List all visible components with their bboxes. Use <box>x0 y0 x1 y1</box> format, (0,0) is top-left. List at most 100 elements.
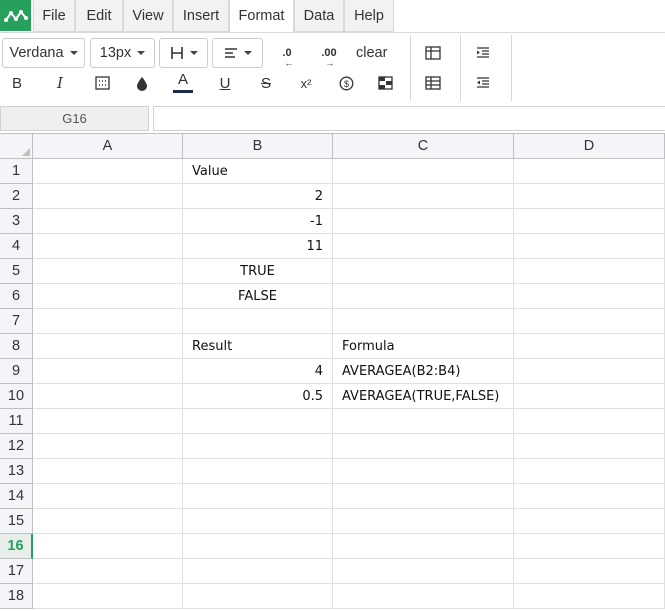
cell-a16[interactable] <box>33 534 183 559</box>
cell-a18[interactable] <box>33 584 183 609</box>
strikethrough-button[interactable]: S <box>252 69 280 97</box>
column-header-d[interactable]: D <box>514 134 665 159</box>
cell-reference-box[interactable]: G16 <box>0 106 149 131</box>
cell-d17[interactable] <box>514 559 665 584</box>
cell-c17[interactable] <box>333 559 514 584</box>
cell-b4[interactable]: 11 <box>183 234 333 259</box>
cell-b13[interactable] <box>183 459 333 484</box>
cell-d13[interactable] <box>514 459 665 484</box>
cell-b15[interactable] <box>183 509 333 534</box>
cell-c11[interactable] <box>333 409 514 434</box>
cell-d12[interactable] <box>514 434 665 459</box>
row-header-1[interactable]: 1 <box>0 159 33 184</box>
cell-b5[interactable]: TRUE <box>183 259 333 284</box>
cell-a11[interactable] <box>33 409 183 434</box>
outdent-button[interactable] <box>469 69 497 97</box>
cell-c18[interactable] <box>333 584 514 609</box>
cell-a12[interactable] <box>33 434 183 459</box>
cell-d14[interactable] <box>514 484 665 509</box>
cell-d3[interactable] <box>514 209 665 234</box>
row-header-8[interactable]: 8 <box>0 334 33 359</box>
menu-data[interactable]: Data <box>294 0 344 32</box>
cell-b12[interactable] <box>183 434 333 459</box>
cell-c8[interactable]: Formula <box>333 334 514 359</box>
cell-a8[interactable] <box>33 334 183 359</box>
cell-d2[interactable] <box>514 184 665 209</box>
clear-format-button[interactable]: clear <box>356 41 387 65</box>
borders-dropdown[interactable] <box>159 38 208 68</box>
fill-color-button[interactable] <box>128 69 156 97</box>
column-header-b[interactable]: B <box>183 134 333 159</box>
cell-a7[interactable] <box>33 309 183 334</box>
menu-help[interactable]: Help <box>344 0 394 32</box>
cell-b8[interactable]: Result <box>183 334 333 359</box>
cell-c15[interactable] <box>333 509 514 534</box>
row-header-5[interactable]: 5 <box>0 259 33 284</box>
cell-d11[interactable] <box>514 409 665 434</box>
row-header-17[interactable]: 17 <box>0 559 33 584</box>
cell-a6[interactable] <box>33 284 183 309</box>
row-header-7[interactable]: 7 <box>0 309 33 334</box>
indent-button[interactable] <box>469 39 497 67</box>
font-family-select[interactable]: Verdana <box>2 38 85 68</box>
underline-button[interactable]: U <box>211 69 239 97</box>
cell-d4[interactable] <box>514 234 665 259</box>
cell-a9[interactable] <box>33 359 183 384</box>
cell-c6[interactable] <box>333 284 514 309</box>
cell-b2[interactable]: 2 <box>183 184 333 209</box>
cell-b16[interactable] <box>183 534 333 559</box>
cell-a5[interactable] <box>33 259 183 284</box>
cell-b1[interactable]: Value <box>183 159 333 184</box>
row-header-13[interactable]: 13 <box>0 459 33 484</box>
text-color-button[interactable]: A <box>169 69 197 97</box>
font-size-select[interactable]: 13px <box>90 38 155 68</box>
cell-a13[interactable] <box>33 459 183 484</box>
row-header-18[interactable]: 18 <box>0 584 33 609</box>
cell-c9[interactable]: AVERAGEA(B2:B4) <box>333 359 514 384</box>
cell-d5[interactable] <box>514 259 665 284</box>
cell-d1[interactable] <box>514 159 665 184</box>
formula-input[interactable] <box>153 106 665 131</box>
row-header-10[interactable]: 10 <box>0 384 33 409</box>
cell-d8[interactable] <box>514 334 665 359</box>
cell-d10[interactable] <box>514 384 665 409</box>
row-header-2[interactable]: 2 <box>0 184 33 209</box>
increase-decimals-button[interactable]: .00 → <box>313 39 345 68</box>
cell-d15[interactable] <box>514 509 665 534</box>
row-header-11[interactable]: 11 <box>0 409 33 434</box>
cell-c16[interactable] <box>333 534 514 559</box>
cell-d18[interactable] <box>514 584 665 609</box>
row-header-9[interactable]: 9 <box>0 359 33 384</box>
bold-button[interactable]: B <box>3 69 31 97</box>
cell-c12[interactable] <box>333 434 514 459</box>
table-button[interactable] <box>419 39 447 67</box>
align-dropdown[interactable] <box>212 38 263 68</box>
cell-a3[interactable] <box>33 209 183 234</box>
cell-c5[interactable] <box>333 259 514 284</box>
fill-pattern-button[interactable] <box>88 69 116 97</box>
menu-format[interactable]: Format <box>229 0 294 33</box>
merge-button[interactable] <box>419 69 447 97</box>
column-header-c[interactable]: C <box>333 134 514 159</box>
row-header-3[interactable]: 3 <box>0 209 33 234</box>
cell-a15[interactable] <box>33 509 183 534</box>
cell-b10[interactable]: 0.5 <box>183 384 333 409</box>
cell-c7[interactable] <box>333 309 514 334</box>
cell-c14[interactable] <box>333 484 514 509</box>
menu-file[interactable]: File <box>33 0 75 32</box>
row-header-4[interactable]: 4 <box>0 234 33 259</box>
column-header-a[interactable]: A <box>33 134 183 159</box>
cell-a1[interactable] <box>33 159 183 184</box>
row-header-6[interactable]: 6 <box>0 284 33 309</box>
cell-c10[interactable]: AVERAGEA(TRUE,FALSE) <box>333 384 514 409</box>
cell-a10[interactable] <box>33 384 183 409</box>
cell-c2[interactable] <box>333 184 514 209</box>
cell-c1[interactable] <box>333 159 514 184</box>
cell-b7[interactable] <box>183 309 333 334</box>
row-header-12[interactable]: 12 <box>0 434 33 459</box>
row-header-15[interactable]: 15 <box>0 509 33 534</box>
cell-c4[interactable] <box>333 234 514 259</box>
cell-d6[interactable] <box>514 284 665 309</box>
cell-d7[interactable] <box>514 309 665 334</box>
menu-edit[interactable]: Edit <box>75 0 123 32</box>
